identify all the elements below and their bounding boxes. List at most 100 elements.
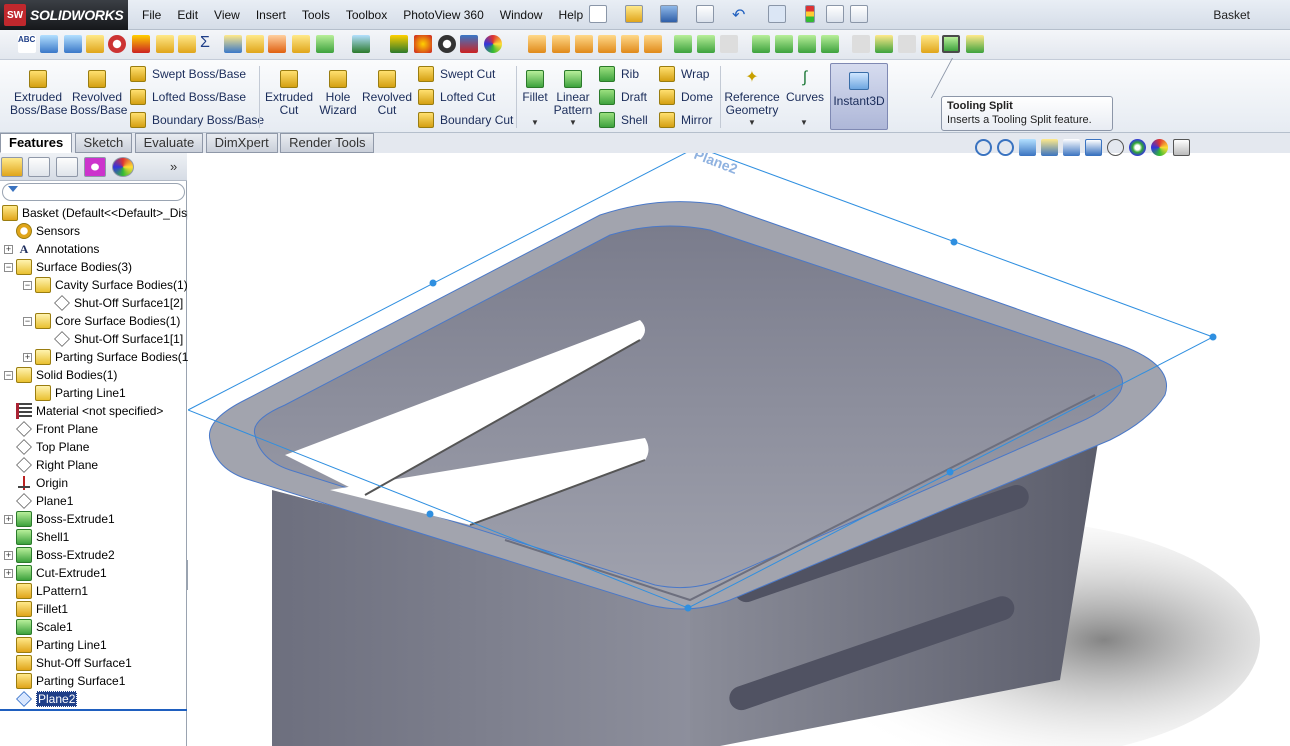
configuration-manager-tab-icon[interactable] <box>56 157 78 177</box>
linear-pattern-button[interactable]: Linear Pattern <box>552 70 594 117</box>
measure-icon[interactable] <box>224 35 242 53</box>
annotation-icon[interactable] <box>86 35 104 53</box>
tree-item[interactable]: − Solid Bodies(1) <box>4 366 117 384</box>
scene-icon[interactable] <box>484 35 502 53</box>
apply-scene-icon[interactable] <box>1151 139 1168 156</box>
select-pointer-icon[interactable] <box>768 5 786 23</box>
intersect-icon[interactable] <box>966 35 984 53</box>
previous-view-icon[interactable] <box>1019 139 1036 156</box>
core-icon[interactable] <box>644 35 662 53</box>
tree-item[interactable]: + Boss-Extrude1 <box>4 510 115 528</box>
appearance-icon[interactable] <box>460 35 478 53</box>
tree-item[interactable]: Scale1 <box>4 618 73 636</box>
swept-cut-button[interactable]: Swept Cut <box>418 64 495 84</box>
tree-item[interactable]: Origin <box>4 474 68 492</box>
parting-line-tool-icon[interactable] <box>528 35 546 53</box>
mirror-button[interactable]: Mirror <box>659 110 712 130</box>
balloon-icon[interactable] <box>246 35 264 53</box>
tree-item[interactable]: + A Annotations <box>4 240 99 258</box>
knit-surface-icon[interactable] <box>775 35 793 53</box>
tab-dimxpert[interactable]: DimXpert <box>205 133 278 153</box>
offset-surface-icon[interactable] <box>752 35 770 53</box>
revolved-boss-button[interactable]: Revolved Boss/Base <box>70 70 127 117</box>
tree-filter[interactable] <box>2 183 185 201</box>
boundary-cut-button[interactable]: Boundary Cut <box>418 110 513 130</box>
tree-item[interactable]: LPattern1 <box>4 582 88 600</box>
tree-item[interactable]: Parting Line1 <box>4 636 107 654</box>
expand-toggle-icon[interactable]: + <box>23 352 32 362</box>
parting-surface-tool-icon[interactable] <box>575 35 593 53</box>
split-line-icon[interactable] <box>875 35 893 53</box>
tree-item[interactable]: − Surface Bodies(3) <box>4 258 132 276</box>
tab-evaluate[interactable]: Evaluate <box>134 133 204 153</box>
new-document-icon[interactable] <box>589 5 607 23</box>
pattern-dropdown-icon[interactable]: ▼ <box>569 118 577 127</box>
tree-root-basket[interactable]: Basket (Default<<Default>_Displ <box>2 204 196 222</box>
view-orientation-icon[interactable] <box>1063 139 1080 156</box>
detail-icon[interactable] <box>108 35 126 53</box>
hole-wizard-button[interactable]: Hole Wizard <box>316 70 360 117</box>
tab-features[interactable]: Features <box>0 133 73 153</box>
revolved-cut-button[interactable]: Revolved Cut <box>362 70 412 117</box>
scale-tool-icon[interactable] <box>697 35 715 53</box>
plane-handle[interactable] <box>950 238 958 246</box>
fillet-dropdown-icon[interactable]: ▼ <box>531 118 539 127</box>
tree-item[interactable]: Top Plane <box>4 438 89 456</box>
display-manager-tab-icon[interactable] <box>112 157 134 177</box>
tree-item[interactable]: + Parting Surface Bodies(1) <box>23 348 192 366</box>
shell-button[interactable]: Shell <box>599 110 648 130</box>
draft-button[interactable]: Draft <box>599 87 647 107</box>
lofted-boss-button[interactable]: Lofted Boss/Base <box>130 87 246 107</box>
thicken-icon[interactable] <box>821 35 839 53</box>
menu-view[interactable]: View <box>206 8 248 22</box>
tab-sketch[interactable]: Sketch <box>74 133 133 153</box>
move-icon[interactable] <box>268 35 286 53</box>
tab-render-tools[interactable]: Render Tools <box>280 133 375 153</box>
extruded-cut-button[interactable]: Extruded Cut <box>264 70 314 117</box>
tree-item[interactable]: Right Plane <box>4 456 98 474</box>
plane-handle[interactable] <box>946 468 954 476</box>
expand-toggle-icon[interactable]: − <box>4 370 13 380</box>
check-icon[interactable] <box>316 35 334 53</box>
undo-icon[interactable]: ↶ <box>732 5 750 24</box>
tree-item[interactable]: − Cavity Surface Bodies(1) <box>23 276 188 294</box>
curves-button[interactable]: ∫ Curves <box>784 70 826 104</box>
instant3d-button[interactable]: Instant3D <box>830 63 888 130</box>
plane-handle[interactable] <box>426 510 434 518</box>
undercut-icon[interactable] <box>674 35 692 53</box>
plane-handle[interactable] <box>684 604 692 612</box>
note-icon[interactable] <box>156 35 174 53</box>
weld-icon[interactable] <box>132 35 150 53</box>
save-icon[interactable] <box>660 5 678 23</box>
tree-item[interactable]: Shut-Off Surface1[1] <box>42 330 183 348</box>
menu-edit[interactable]: Edit <box>169 8 206 22</box>
tree-item[interactable]: Sensors <box>4 222 80 240</box>
zoom-to-fit-icon[interactable] <box>975 139 992 156</box>
center-mark-icon[interactable] <box>292 35 310 53</box>
options-icon[interactable] <box>850 5 868 23</box>
tree-item[interactable]: − Core Surface Bodies(1) <box>23 312 180 330</box>
fillet-button[interactable]: Fillet <box>520 70 550 104</box>
open-icon[interactable] <box>625 5 643 23</box>
delete-face-icon[interactable] <box>720 35 738 53</box>
expand-toggle-icon[interactable]: + <box>4 550 13 560</box>
wrap-button[interactable]: Wrap <box>659 64 709 84</box>
rebuild-icon[interactable] <box>805 5 815 23</box>
dimension-icon[interactable] <box>64 35 82 53</box>
tree-item[interactable]: Parting Surface1 <box>4 672 125 690</box>
expand-toggle-icon[interactable]: + <box>4 568 13 578</box>
menu-help[interactable]: Help <box>550 8 591 22</box>
reference-geometry-button[interactable]: ✦ Reference Geometry <box>724 70 780 117</box>
menu-photoview[interactable]: PhotoView 360 <box>395 8 492 22</box>
hide-show-items-icon[interactable] <box>1107 139 1124 156</box>
feature-manager-tab-icon[interactable] <box>1 157 23 177</box>
lofted-cut-button[interactable]: Lofted Cut <box>418 87 495 107</box>
rollback-bar[interactable] <box>0 709 187 711</box>
plane-handle[interactable] <box>429 279 437 287</box>
parting-analysis-icon[interactable] <box>852 35 870 53</box>
menu-toolbox[interactable]: Toolbox <box>338 8 395 22</box>
curves-dropdown-icon[interactable]: ▼ <box>800 118 808 127</box>
color-icon[interactable] <box>414 35 432 53</box>
menu-insert[interactable]: Insert <box>248 8 294 22</box>
dome-button[interactable]: Dome <box>659 87 713 107</box>
